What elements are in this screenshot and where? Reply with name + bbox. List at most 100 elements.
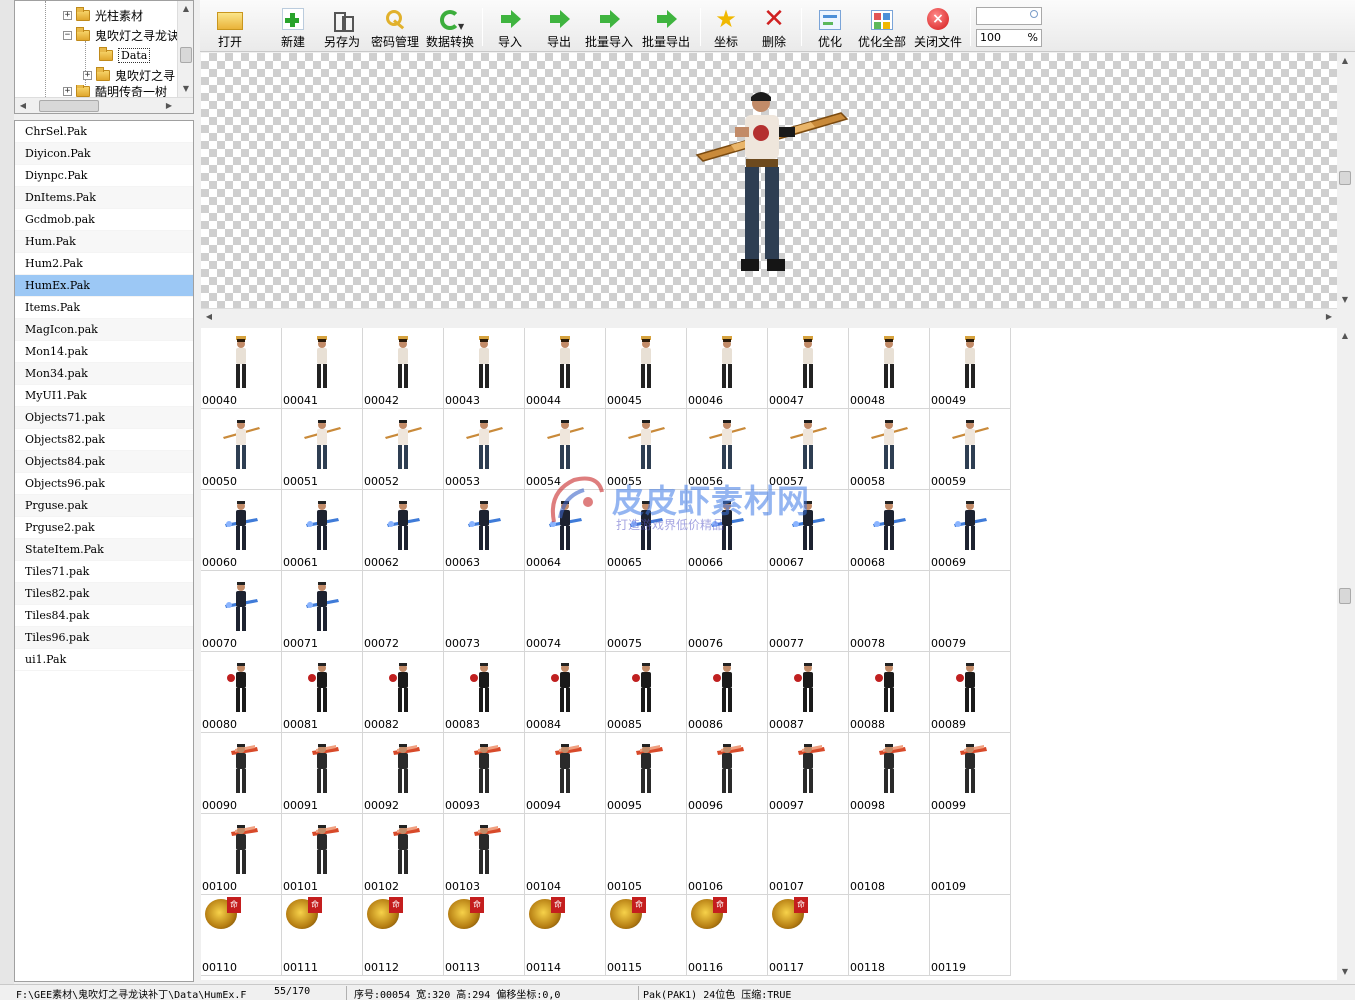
thumbnail-cell[interactable]: 00080 — [201, 652, 282, 733]
thumbnail-cell[interactable]: 00119 — [930, 895, 1011, 976]
thumbnail-cell[interactable]: 00063 — [444, 490, 525, 571]
thumbnail-cell[interactable]: 命 00111 — [282, 895, 363, 976]
tree-item-kuming[interactable]: + 酷明传奇一树 — [63, 85, 167, 97]
thumbnail-cell[interactable]: 00074 — [525, 571, 606, 652]
thumbnail-cell[interactable]: 00070 — [201, 571, 282, 652]
file-list-item[interactable]: MyUI1.Pak — [15, 385, 193, 407]
thumbnail-cell[interactable]: 00079 — [930, 571, 1011, 652]
thumbnail-cell[interactable]: 00081 — [282, 652, 363, 733]
thumbnail-cell[interactable]: 00068 — [849, 490, 930, 571]
thumbnail-cell[interactable]: 00109 — [930, 814, 1011, 895]
thumbnail-cell[interactable]: 00075 — [606, 571, 687, 652]
file-list-item[interactable]: Objects82.pak — [15, 429, 193, 451]
thumbnail-cell[interactable]: 00083 — [444, 652, 525, 733]
zoom-input[interactable]: 100 % — [976, 29, 1042, 47]
thumbnail-cell[interactable]: 00054 — [525, 409, 606, 490]
thumbnail-cell[interactable]: 00071 — [282, 571, 363, 652]
thumbnail-cell[interactable]: 00067 — [768, 490, 849, 571]
scroll-right-icon[interactable]: ▶ — [161, 98, 177, 113]
batch-export-button[interactable]: 批量导出 — [641, 4, 691, 50]
preview-horizontal-scrollbar[interactable]: ◀ ▶ — [201, 308, 1337, 324]
thumbnail-cell[interactable]: 00060 — [201, 490, 282, 571]
thumbnail-cell[interactable]: 00043 — [444, 328, 525, 409]
thumbnail-cell[interactable]: 00062 — [363, 490, 444, 571]
expand-icon[interactable]: + — [63, 10, 72, 20]
file-list-item[interactable]: HumEx.Pak — [15, 275, 193, 297]
thumbnail-cell[interactable]: 命 00110 — [201, 895, 282, 976]
file-list-item[interactable]: ChrSel.Pak — [15, 121, 193, 143]
file-list-item[interactable]: Items.Pak — [15, 297, 193, 319]
thumbnail-cell[interactable]: 00118 — [849, 895, 930, 976]
thumbnail-cell[interactable]: 00069 — [930, 490, 1011, 571]
thumbnail-cell[interactable]: 00084 — [525, 652, 606, 733]
thumbnail-cell[interactable]: 00066 — [687, 490, 768, 571]
thumbnail-cell[interactable]: 00089 — [930, 652, 1011, 733]
grid-vertical-scrollbar[interactable]: ▲ ▼ — [1337, 328, 1353, 980]
thumbnail-cell[interactable]: 00059 — [930, 409, 1011, 490]
thumbnail-cell[interactable]: 00076 — [687, 571, 768, 652]
file-list-item[interactable]: Gcdmob.pak — [15, 209, 193, 231]
thumbnail-cell[interactable]: 00056 — [687, 409, 768, 490]
tree-item-guichuideng[interactable]: − 鬼吹灯之寻龙诀 — [63, 25, 179, 45]
file-list-item[interactable]: StateItem.Pak — [15, 539, 193, 561]
thumbnail-cell[interactable]: 00106 — [687, 814, 768, 895]
search-icon[interactable] — [1030, 10, 1038, 18]
export-button[interactable]: 导出 — [545, 4, 573, 50]
thumbnail-cell[interactable]: 00061 — [282, 490, 363, 571]
thumbnail-cell[interactable]: 命 00114 — [525, 895, 606, 976]
thumbnail-cell[interactable]: 00082 — [363, 652, 444, 733]
thumbnail-cell[interactable]: 命 00117 — [768, 895, 849, 976]
thumbnail-cell[interactable]: 00047 — [768, 328, 849, 409]
file-list-item[interactable]: Tiles71.pak — [15, 561, 193, 583]
batch-import-button[interactable]: 批量导入 — [584, 4, 634, 50]
scroll-up-icon[interactable]: ▲ — [1337, 328, 1353, 344]
expand-icon[interactable]: + — [83, 70, 92, 80]
thumbnail-cell[interactable]: 00091 — [282, 733, 363, 814]
scroll-down-icon[interactable]: ▼ — [178, 81, 193, 97]
preview-vertical-scrollbar[interactable]: ▲ ▼ — [1337, 53, 1353, 308]
thumbnail-cell[interactable]: 00090 — [201, 733, 282, 814]
file-list-item[interactable]: Diyicon.Pak — [15, 143, 193, 165]
thumbnail-cell[interactable]: 00097 — [768, 733, 849, 814]
thumbnail-cell[interactable]: 00104 — [525, 814, 606, 895]
scroll-left-icon[interactable]: ◀ — [15, 98, 31, 113]
thumbnail-cell[interactable]: 命 00115 — [606, 895, 687, 976]
file-list-item[interactable]: Tiles96.pak — [15, 627, 193, 649]
thumbnail-cell[interactable]: 00078 — [849, 571, 930, 652]
thumbnail-cell[interactable]: 00058 — [849, 409, 930, 490]
file-list-item[interactable]: Tiles82.pak — [15, 583, 193, 605]
save-as-button[interactable]: 另存为 — [322, 4, 362, 50]
tree-horizontal-scrollbar[interactable]: ◀ ▶ — [15, 97, 193, 113]
thumbnail-cell[interactable]: 00087 — [768, 652, 849, 733]
thumbnail-cell[interactable]: 00086 — [687, 652, 768, 733]
scroll-thumb[interactable] — [1339, 588, 1351, 604]
file-list-item[interactable]: Mon34.pak — [15, 363, 193, 385]
thumbnail-cell[interactable]: 00101 — [282, 814, 363, 895]
thumbnail-cell[interactable]: 00051 — [282, 409, 363, 490]
scroll-left-icon[interactable]: ◀ — [201, 309, 217, 325]
thumbnail-cell[interactable]: 00103 — [444, 814, 525, 895]
thumbnail-cell[interactable]: 命 00113 — [444, 895, 525, 976]
thumbnail-cell[interactable]: 00040 — [201, 328, 282, 409]
scroll-down-icon[interactable]: ▼ — [1337, 292, 1353, 308]
thumbnail-cell[interactable]: 00096 — [687, 733, 768, 814]
expand-icon[interactable]: + — [63, 86, 72, 96]
thumbnail-cell[interactable]: 00094 — [525, 733, 606, 814]
delete-button[interactable]: ✕ 删除 — [760, 4, 788, 50]
data-convert-button[interactable]: 数据转换 — [425, 4, 475, 50]
thumbnail-cell[interactable]: 00064 — [525, 490, 606, 571]
file-list-item[interactable]: Hum.Pak — [15, 231, 193, 253]
thumbnail-cell[interactable]: 命 00112 — [363, 895, 444, 976]
scroll-thumb[interactable] — [39, 100, 99, 112]
thumbnail-cell[interactable]: 00053 — [444, 409, 525, 490]
collapse-icon[interactable]: − — [63, 30, 72, 40]
file-list-item[interactable]: Prguse2.pak — [15, 517, 193, 539]
file-list-item[interactable]: DnItems.Pak — [15, 187, 193, 209]
thumbnail-cell[interactable]: 00046 — [687, 328, 768, 409]
tree-vertical-scrollbar[interactable]: ▲ ▼ — [177, 1, 193, 98]
thumbnail-cell[interactable]: 00107 — [768, 814, 849, 895]
tree-item-guichuideng-sub[interactable]: + 鬼吹灯之寻 — [83, 65, 175, 85]
file-list-item[interactable]: Objects84.pak — [15, 451, 193, 473]
thumbnail-cell[interactable]: 00077 — [768, 571, 849, 652]
thumbnail-cell[interactable]: 00092 — [363, 733, 444, 814]
